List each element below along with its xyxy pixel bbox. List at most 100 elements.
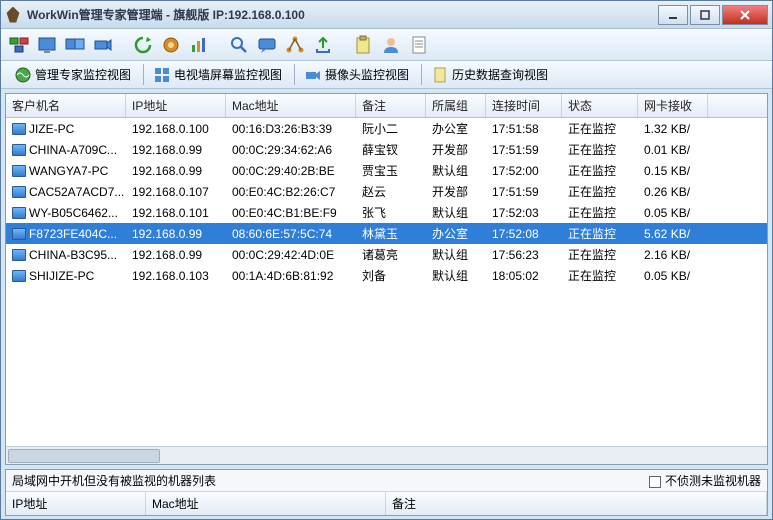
cell-time: 17:52:08 [486,223,562,244]
bcol-ip[interactable]: IP地址 [6,492,146,515]
toolbar-refresh-icon[interactable] [131,33,155,57]
toolbar-clipboard-icon[interactable] [351,33,375,57]
col-client-name[interactable]: 客户机名 [6,94,126,117]
maximize-button[interactable] [690,5,720,25]
toolbar-dual-screen-icon[interactable] [63,33,87,57]
cell-group: 开发部 [426,139,486,160]
tab-label: 摄像头监控视图 [325,66,409,83]
cell-time: 17:51:59 [486,181,562,202]
bcol-mac[interactable]: Mac地址 [146,492,386,515]
cell-ip: 192.168.0.99 [126,223,226,244]
table-row[interactable]: JIZE-PC192.168.0.10000:16:D3:26:B3:39阮小二… [6,118,767,139]
toolbar-user-icon[interactable] [379,33,403,57]
col-ip[interactable]: IP地址 [126,94,226,117]
table-row[interactable]: WY-B05C6462...192.168.0.10100:E0:4C:B1:B… [6,202,767,223]
col-group[interactable]: 所属组 [426,94,486,117]
cell-name: F8723FE404C... [6,223,126,244]
bottom-panel: 局域网中开机但没有被监视的机器列表 不侦测未监视机器 IP地址 Mac地址 备注 [5,469,768,516]
toolbar-network-icon[interactable] [283,33,307,57]
tab-monitor-view[interactable]: 管理专家监控视图 [7,64,139,85]
table-row[interactable]: CAC52A7ACD7...192.168.0.10700:E0:4C:B2:2… [6,181,767,202]
cell-group: 默认组 [426,244,486,265]
close-button[interactable] [722,5,768,25]
pc-icon [12,144,26,156]
cell-group: 默认组 [426,160,486,181]
pc-icon [12,207,26,219]
globe-icon [15,67,31,83]
col-mac[interactable]: Mac地址 [226,94,356,117]
cell-time: 17:51:59 [486,139,562,160]
bcol-remark[interactable]: 备注 [386,492,767,515]
window-title: WorkWin管理专家管理端 - 旗舰版 IP:192.168.0.100 [27,6,656,23]
toolbar-stats-icon[interactable] [187,33,211,57]
cell-net: 0.15 KB/ [638,160,708,181]
bottom-title: 局域网中开机但没有被监视的机器列表 [12,472,649,489]
table-body: JIZE-PC192.168.0.10000:16:D3:26:B3:39阮小二… [6,118,767,446]
toolbar-message-icon[interactable] [255,33,279,57]
cell-group: 办公室 [426,223,486,244]
cell-name: CHINA-B3C95... [6,244,126,265]
table-row[interactable]: CHINA-A709C...192.168.0.9900:0C:29:34:62… [6,139,767,160]
cell-group: 默认组 [426,265,486,286]
cell-status: 正在监控 [562,223,638,244]
toolbar-monitors-icon[interactable] [7,33,31,57]
tab-camera-view[interactable]: 摄像头监控视图 [294,64,417,85]
toolbar-settings-icon[interactable] [159,33,183,57]
client-table: 客户机名 IP地址 Mac地址 备注 所属组 连接时间 状态 网卡接收 JIZE… [5,93,768,465]
cell-remark: 阮小二 [356,118,426,139]
cell-remark: 林黛玉 [356,223,426,244]
detect-checkbox-label[interactable]: 不侦测未监视机器 [649,472,761,489]
table-row[interactable]: CHINA-B3C95...192.168.0.9900:0C:29:42:4D… [6,244,767,265]
cell-mac: 00:0C:29:42:4D:0E [226,244,356,265]
col-remark[interactable]: 备注 [356,94,426,117]
toolbar-search-icon[interactable] [227,33,251,57]
tab-history-view[interactable]: 历史数据查询视图 [421,64,556,85]
doc-small-icon [432,67,448,83]
cell-time: 17:56:23 [486,244,562,265]
cell-net: 0.26 KB/ [638,181,708,202]
main-toolbar [1,29,772,61]
cell-ip: 192.168.0.100 [126,118,226,139]
cell-status: 正在监控 [562,160,638,181]
cell-net: 2.16 KB/ [638,244,708,265]
toolbar-upload-icon[interactable] [311,33,335,57]
col-status[interactable]: 状态 [562,94,638,117]
toolbar-doc-icon[interactable] [407,33,431,57]
cell-name: SHIJIZE-PC [6,265,126,286]
toolbar-camera-icon[interactable] [91,33,115,57]
table-row[interactable]: SHIJIZE-PC192.168.0.10300:1A:4D:6B:81:92… [6,265,767,286]
col-time[interactable]: 连接时间 [486,94,562,117]
checkbox-icon[interactable] [649,476,661,488]
cell-ip: 192.168.0.107 [126,181,226,202]
table-header-row: 客户机名 IP地址 Mac地址 备注 所属组 连接时间 状态 网卡接收 [6,94,767,118]
cell-mac: 00:E0:4C:B2:26:C7 [226,181,356,202]
pc-icon [12,186,26,198]
tab-label: 历史数据查询视图 [452,66,548,83]
table-row[interactable]: F8723FE404C...192.168.0.9908:60:6E:57:5C… [6,223,767,244]
cell-status: 正在监控 [562,202,638,223]
horizontal-scrollbar[interactable] [6,446,767,464]
cell-net: 0.01 KB/ [638,139,708,160]
cell-name: WANGYA7-PC [6,160,126,181]
cell-time: 17:51:58 [486,118,562,139]
app-icon [5,7,21,23]
cell-remark: 刘备 [356,265,426,286]
cell-time: 17:52:00 [486,160,562,181]
toolbar-screen-icon[interactable] [35,33,59,57]
minimize-button[interactable] [658,5,688,25]
cell-name: JIZE-PC [6,118,126,139]
cell-ip: 192.168.0.99 [126,139,226,160]
cell-net: 1.32 KB/ [638,118,708,139]
tab-label: 管理专家监控视图 [35,66,131,83]
pc-icon [12,228,26,240]
tab-tvwall-view[interactable]: 电视墙屏幕监控视图 [143,64,290,85]
cell-name: CHINA-A709C... [6,139,126,160]
bottom-header-row: IP地址 Mac地址 备注 [6,492,767,515]
table-row[interactable]: WANGYA7-PC192.168.0.9900:0C:29:40:2B:BE贾… [6,160,767,181]
pc-icon [12,123,26,135]
view-tab-bar: 管理专家监控视图 电视墙屏幕监控视图 摄像头监控视图 历史数据查询视图 [1,61,772,89]
tab-label: 电视墙屏幕监控视图 [174,66,282,83]
col-net[interactable]: 网卡接收 [638,94,708,117]
cell-mac: 00:0C:29:40:2B:BE [226,160,356,181]
cell-net: 5.62 KB/ [638,223,708,244]
